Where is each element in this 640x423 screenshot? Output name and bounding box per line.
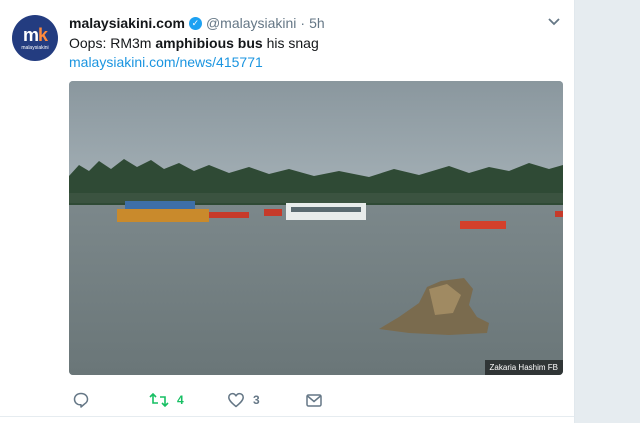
tweet-text: Oops: RM3m amphibious bus his snag <box>69 35 319 51</box>
tweet-card[interactable]: mk malaysiakini malaysiakini.com ✓ @mala… <box>0 0 575 423</box>
like-button[interactable]: 3 <box>227 391 260 409</box>
avatar-logo-label: malaysiakini <box>21 44 49 51</box>
tweet-photo[interactable]: Zakaria Hashim FB <box>69 81 563 375</box>
author-handle[interactable]: @malaysiakini <box>206 15 296 31</box>
tweet-actions: 4 3 <box>69 391 369 409</box>
retweet-button[interactable]: 4 <box>149 391 184 409</box>
chevron-down-icon[interactable] <box>546 14 562 30</box>
reply-icon <box>73 392 89 408</box>
tweet-link[interactable]: malaysiakini.com/news/415771 <box>69 53 263 71</box>
envelope-icon <box>306 394 322 407</box>
author-name[interactable]: malaysiakini.com <box>69 15 185 31</box>
retweet-icon <box>149 392 169 408</box>
heart-icon <box>228 392 244 408</box>
separator-dot: · <box>300 15 306 31</box>
tweet-time[interactable]: 5h <box>309 15 325 31</box>
river-photo-illustration <box>69 81 563 375</box>
divider <box>0 416 574 417</box>
image-credit: Zakaria Hashim FB <box>484 360 563 375</box>
timeline-background <box>575 0 640 423</box>
tweet-text-bold: amphibious bus <box>155 35 263 51</box>
reply-button[interactable] <box>72 391 98 409</box>
avatar[interactable]: mk malaysiakini <box>12 15 58 61</box>
avatar-logo: mk <box>22 24 48 45</box>
tweet-header: malaysiakini.com ✓ @malaysiakini · 5h <box>69 14 325 32</box>
retweet-count: 4 <box>177 393 184 407</box>
verified-badge-icon: ✓ <box>188 16 202 30</box>
direct-message-button[interactable] <box>305 391 323 409</box>
like-count: 3 <box>253 393 260 407</box>
